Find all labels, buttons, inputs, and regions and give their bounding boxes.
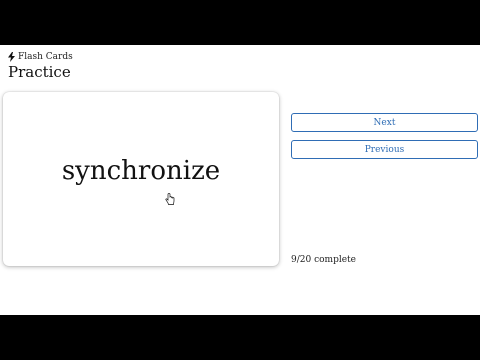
brand: Flash Cards — [8, 52, 73, 62]
progress-text: 9/20 complete — [291, 255, 356, 265]
previous-button[interactable]: Previous — [291, 140, 478, 159]
brand-label: Flash Cards — [18, 52, 73, 62]
flash-cards-app: Flash Cards Practice synchronize Next Pr… — [0, 45, 480, 315]
letterbox-bottom — [0, 315, 480, 360]
page-title: Practice — [8, 63, 71, 81]
next-button[interactable]: Next — [291, 113, 478, 132]
letterbox-top — [0, 0, 480, 45]
card-word: synchronize — [61, 156, 221, 186]
bolt-icon — [8, 52, 15, 62]
flash-card[interactable]: synchronize — [3, 92, 279, 266]
hand-cursor-icon — [165, 190, 175, 205]
